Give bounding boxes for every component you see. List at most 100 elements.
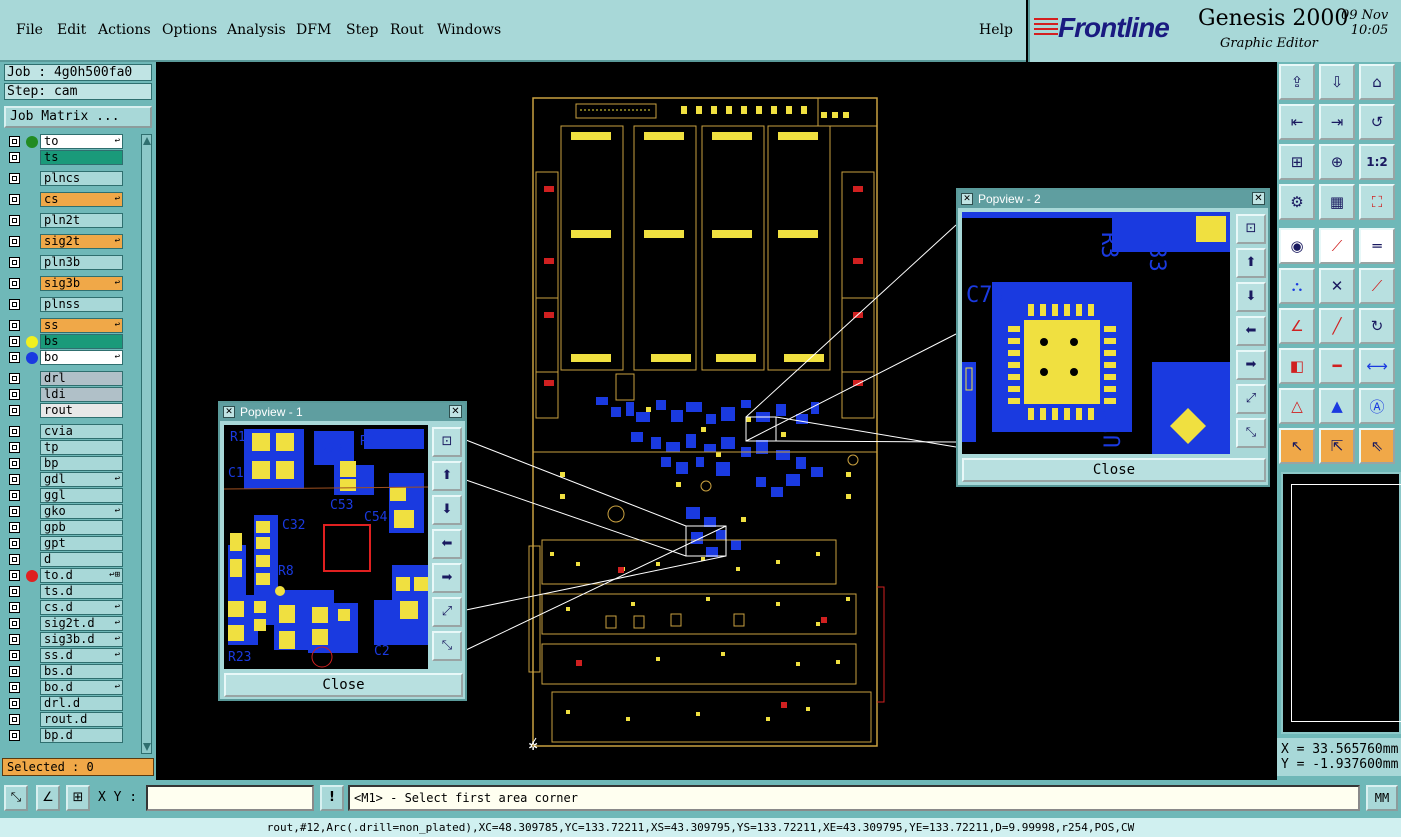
layer-row[interactable]: rout — [4, 403, 140, 419]
popview-2-close-button[interactable]: Close — [962, 458, 1266, 482]
layer-status-icon[interactable] — [26, 136, 38, 148]
dash-icon[interactable]: ━ — [1319, 348, 1355, 384]
layer-name[interactable]: plncs — [40, 171, 123, 186]
layer-name[interactable]: ↩ sig2t.d — [40, 616, 123, 631]
zoom-out-icon[interactable]: ⤡ — [1236, 418, 1266, 448]
layer-row[interactable]: gpb — [4, 520, 140, 536]
window-menu-icon[interactable]: ✕ — [223, 406, 235, 418]
window-menu-icon[interactable]: ✕ — [961, 193, 973, 205]
zoom-out-icon[interactable]: ⤡ — [432, 631, 462, 661]
close-icon[interactable]: ✕ — [1252, 192, 1265, 205]
snap-icon[interactable]: ⛶ — [1359, 184, 1395, 220]
dimension-icon[interactable]: ⟷ — [1359, 348, 1395, 384]
select-line-icon[interactable]: ⟋ — [1319, 228, 1355, 264]
layer-name[interactable]: ↩ gdl — [40, 472, 123, 487]
layer-checkbox[interactable] — [9, 389, 20, 400]
job-matrix-button[interactable]: Job Matrix ... — [4, 106, 152, 128]
layer-name[interactable]: ggl — [40, 488, 123, 503]
layer-checkbox[interactable] — [9, 570, 20, 581]
layer-name[interactable]: drl — [40, 371, 123, 386]
popview-1-title[interactable]: Popview - 1 — [220, 403, 465, 421]
layer-name[interactable]: ↩ ss.d — [40, 648, 123, 663]
layer-row[interactable]: ↩ ss.d — [4, 648, 140, 664]
layer-name[interactable]: rout.d — [40, 712, 123, 727]
layer-name[interactable]: ↩ bo.d — [40, 680, 123, 695]
layer-row[interactable]: ↩ ss — [4, 318, 140, 334]
layer-row[interactable]: bs.d — [4, 664, 140, 680]
xy-input[interactable] — [146, 785, 314, 811]
popview-1-close-button[interactable]: Close — [224, 673, 463, 697]
rotate-icon[interactable]: ↻ — [1359, 308, 1395, 344]
point-box-icon[interactable]: ◧ — [1279, 348, 1315, 384]
layer-status-icon[interactable] — [26, 352, 38, 364]
layer-checkbox[interactable] — [9, 618, 20, 629]
layer-checkbox[interactable] — [9, 586, 20, 597]
execute-button[interactable]: ! — [320, 785, 344, 811]
pointer-icon[interactable]: ↖ — [1279, 428, 1315, 464]
layer-name[interactable]: ↩ bo — [40, 350, 123, 365]
layer-name[interactable]: d — [40, 552, 123, 567]
layer-name[interactable]: tp — [40, 440, 123, 455]
layer-checkbox[interactable] — [9, 714, 20, 725]
layer-row[interactable]: tp — [4, 440, 140, 456]
grid-icon[interactable]: ▦ — [1319, 184, 1355, 220]
layer-checkbox[interactable] — [9, 373, 20, 384]
layer-checkbox[interactable] — [9, 554, 20, 565]
scroll-up-icon[interactable] — [143, 137, 151, 145]
menu-analysis[interactable]: Analysis — [227, 22, 286, 38]
layer-row[interactable]: bp — [4, 456, 140, 472]
layer-checkbox[interactable] — [9, 278, 20, 289]
popview-1-window[interactable]: Popview - 1 ✕ ✕ R1 C1 R22 R2 C54 C53 C32… — [218, 401, 467, 701]
layer-name[interactable]: ↩ cs — [40, 192, 123, 207]
zoom-back-icon[interactable]: ⇤ — [1279, 104, 1315, 140]
layer-row[interactable]: ↩⊞ to.d — [4, 568, 140, 584]
pointer-select-icon[interactable]: ⇖ — [1359, 428, 1395, 464]
angle-snap-icon[interactable]: ∠ — [36, 785, 60, 811]
connect-icon[interactable]: ⛬ — [1279, 268, 1315, 304]
layer-row[interactable]: plnss — [4, 297, 140, 313]
pointer-box-icon[interactable]: ⇱ — [1319, 428, 1355, 464]
layer-checkbox[interactable] — [9, 602, 20, 613]
layer-checkbox[interactable] — [9, 152, 20, 163]
layer-status-icon[interactable] — [26, 570, 38, 582]
diagonal-icon[interactable]: ╱ — [1319, 308, 1355, 344]
layer-row[interactable]: bp.d — [4, 728, 140, 744]
layer-checkbox[interactable] — [9, 666, 20, 677]
layer-checkbox[interactable] — [9, 336, 20, 347]
layer-row[interactable]: ldi — [4, 387, 140, 403]
layer-checkbox[interactable] — [9, 634, 20, 645]
zoom-save-icon[interactable]: ⇩ — [1319, 64, 1355, 100]
layer-name[interactable]: ts — [40, 150, 123, 165]
layer-checkbox[interactable] — [9, 299, 20, 310]
menu-windows[interactable]: Windows — [437, 22, 501, 38]
pan-down-icon[interactable]: ⬇ — [432, 495, 462, 525]
layer-row[interactable]: drl.d — [4, 696, 140, 712]
layer-name[interactable]: ldi — [40, 387, 123, 402]
layer-checkbox[interactable] — [9, 730, 20, 741]
menu-options[interactable]: Options — [162, 22, 217, 38]
layer-row[interactable]: rout.d — [4, 712, 140, 728]
grid-snap-icon[interactable]: ⊞ — [66, 785, 90, 811]
pan-down-icon[interactable]: ⬇ — [1236, 282, 1266, 312]
pan-right-icon[interactable]: ➡ — [1236, 350, 1266, 380]
layer-name[interactable]: bp — [40, 456, 123, 471]
layer-name[interactable]: ↩ sig3b.d — [40, 632, 123, 647]
menu-step[interactable]: Step — [346, 22, 378, 38]
layer-name[interactable]: ↩ ss — [40, 318, 123, 333]
layer-row[interactable]: ↩ cs.d — [4, 600, 140, 616]
layer-row[interactable]: drl — [4, 371, 140, 387]
overview-window[interactable] — [1281, 472, 1401, 734]
zoom-center-icon[interactable]: ⊕ — [1319, 144, 1355, 180]
layer-name[interactable]: bs.d — [40, 664, 123, 679]
layer-name[interactable]: pln3b — [40, 255, 123, 270]
pan-left-icon[interactable]: ⬅ — [1236, 316, 1266, 346]
home-icon[interactable]: ⌂ — [1359, 64, 1395, 100]
layer-checkbox[interactable] — [9, 506, 20, 517]
undo-zoom-icon[interactable]: ↺ — [1359, 104, 1395, 140]
layer-name[interactable]: ts.d — [40, 584, 123, 599]
layer-checkbox[interactable] — [9, 682, 20, 693]
popview-1-view[interactable]: R1 C1 R22 R2 C54 C53 C32 R8 C2 R23 — [224, 425, 428, 669]
layer-row[interactable]: ts.d — [4, 584, 140, 600]
layer-checkbox[interactable] — [9, 474, 20, 485]
menu-actions[interactable]: Actions — [98, 22, 151, 38]
